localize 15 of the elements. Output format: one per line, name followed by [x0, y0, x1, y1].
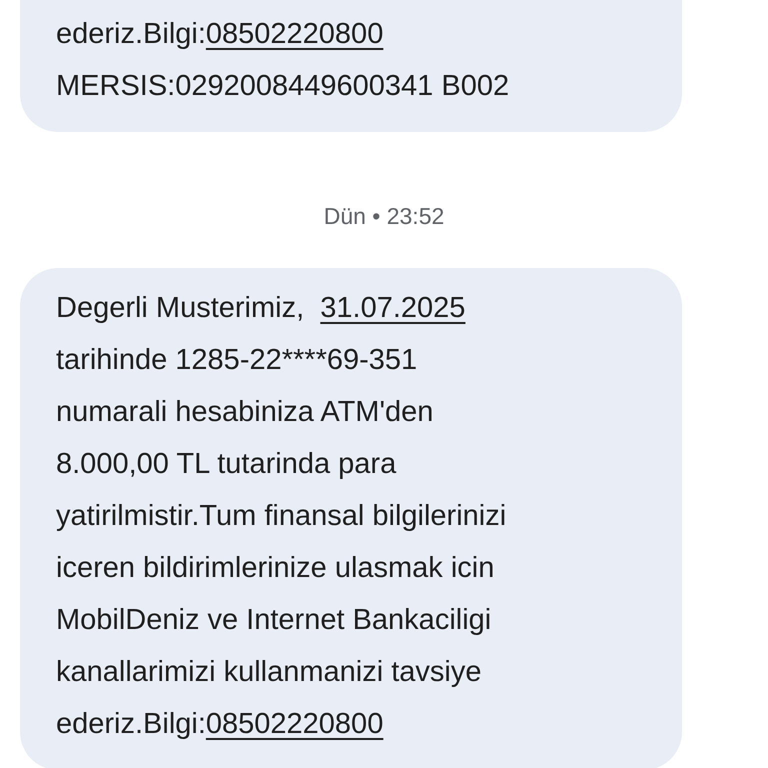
message-line: Degerli Musterimiz, 31.07.2025	[56, 291, 466, 326]
message-link[interactable]: 08502220800	[206, 18, 384, 50]
message-link[interactable]: 08502220800	[206, 708, 384, 740]
message-timestamp: Dün • 23:52	[324, 202, 444, 230]
message-link[interactable]: 31.07.2025	[320, 292, 466, 324]
message-line: ederiz.Bilgi:08502220800	[56, 707, 384, 742]
message-line: MobilDeniz ve Internet Bankaciligi	[56, 603, 492, 638]
message-line: kanallarimizi kullanmanizi tavsiye	[56, 655, 482, 690]
message-line: yatirilmistir.Tum finansal bilgilerinizi	[56, 499, 508, 534]
message-line: iceren bildirimlerinize ulasmak icin	[56, 551, 496, 586]
message-line: 8.000,00 TL tutarinda para	[56, 447, 398, 482]
message-line: MERSIS:0292008449600341 B002	[56, 69, 510, 104]
message-line: tarihinde 1285-22****69-351	[56, 343, 418, 378]
message-line: numarali hesabiniza ATM'den	[56, 395, 434, 430]
message-line: ederiz.Bilgi:08502220800	[56, 17, 384, 52]
